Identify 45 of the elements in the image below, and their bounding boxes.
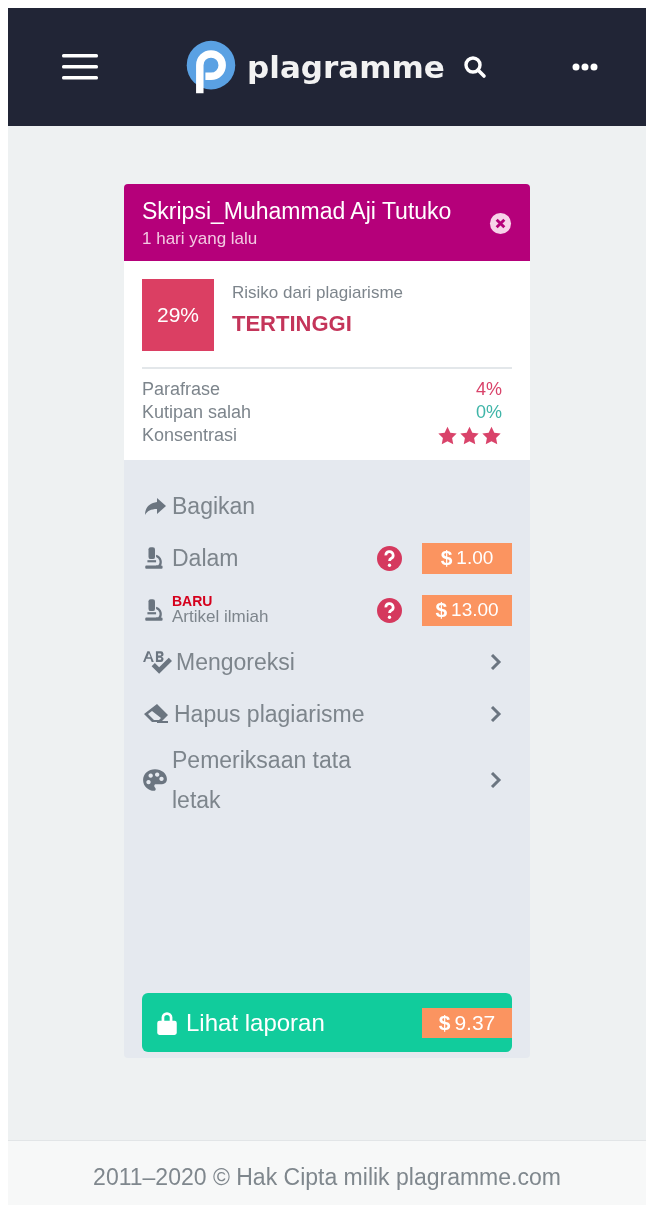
close-icon[interactable] bbox=[489, 212, 512, 235]
risk-percent: 29% bbox=[142, 279, 214, 351]
action-label: Hapus plagiarisme bbox=[174, 700, 366, 729]
menu-item[interactable]: Bagikan bbox=[142, 480, 512, 532]
metric-value: 4% bbox=[476, 379, 502, 400]
risk-level: TERTINGGI bbox=[232, 311, 353, 337]
copyright-text: 2011–2020 © Hak Cipta milik plagramme.com bbox=[8, 1140, 646, 1205]
metric-label: Konsentrasi bbox=[142, 425, 238, 446]
menu-item[interactable]: Pemeriksaan tata letak bbox=[142, 740, 512, 820]
document-title: Skripsi_Muhammad Aji Tutuko bbox=[142, 198, 453, 225]
new-label: BARU bbox=[172, 594, 213, 608]
view-report-button[interactable]: Lihat laporan $ 9.37 bbox=[142, 993, 512, 1052]
action-label: Bagikan bbox=[172, 492, 257, 521]
spellcheck-icon bbox=[142, 649, 172, 675]
star-icon bbox=[481, 425, 502, 446]
metric-value: 0% bbox=[476, 402, 502, 423]
more-icon[interactable] bbox=[572, 63, 598, 71]
chevron-right-icon bbox=[490, 654, 502, 670]
action-label: Mengoreksi bbox=[176, 648, 296, 677]
menu-item[interactable]: Dalam $ 1.00 bbox=[142, 532, 512, 584]
metric-label: Kutipan salah bbox=[142, 402, 252, 423]
action-label: Artikel ilmiah bbox=[172, 608, 270, 626]
brand-name: plagramme bbox=[247, 49, 445, 85]
document-time: 1 hari yang lalu bbox=[142, 229, 259, 249]
price-tag[interactable]: $ 1.00 bbox=[422, 542, 512, 574]
menu-item[interactable]: Mengoreksi bbox=[142, 636, 512, 688]
chevron-right-icon bbox=[490, 706, 502, 722]
lock-icon bbox=[156, 1009, 178, 1036]
help-icon[interactable] bbox=[377, 545, 402, 571]
menu-item[interactable]: BARU Artikel ilmiah $ 13.00 bbox=[142, 584, 512, 636]
metric-label: Parafrase bbox=[142, 379, 221, 400]
action-label: Dalam bbox=[172, 544, 240, 573]
star-icon bbox=[437, 425, 458, 446]
palette-icon bbox=[142, 767, 168, 793]
eraser-icon bbox=[142, 702, 170, 726]
help-icon[interactable] bbox=[377, 597, 402, 623]
search-icon[interactable] bbox=[462, 55, 487, 79]
menu-item[interactable]: Hapus plagiarisme bbox=[142, 688, 512, 740]
price-tag: $ 9.37 bbox=[422, 1007, 512, 1038]
menu-icon[interactable] bbox=[62, 53, 98, 81]
risk-label: Risiko dari plagiarisme bbox=[232, 283, 403, 303]
chevron-right-icon bbox=[490, 772, 502, 788]
price-tag[interactable]: $ 13.00 bbox=[422, 594, 512, 626]
star-icon bbox=[459, 425, 480, 446]
action-label: Pemeriksaan tata letak bbox=[172, 746, 352, 815]
